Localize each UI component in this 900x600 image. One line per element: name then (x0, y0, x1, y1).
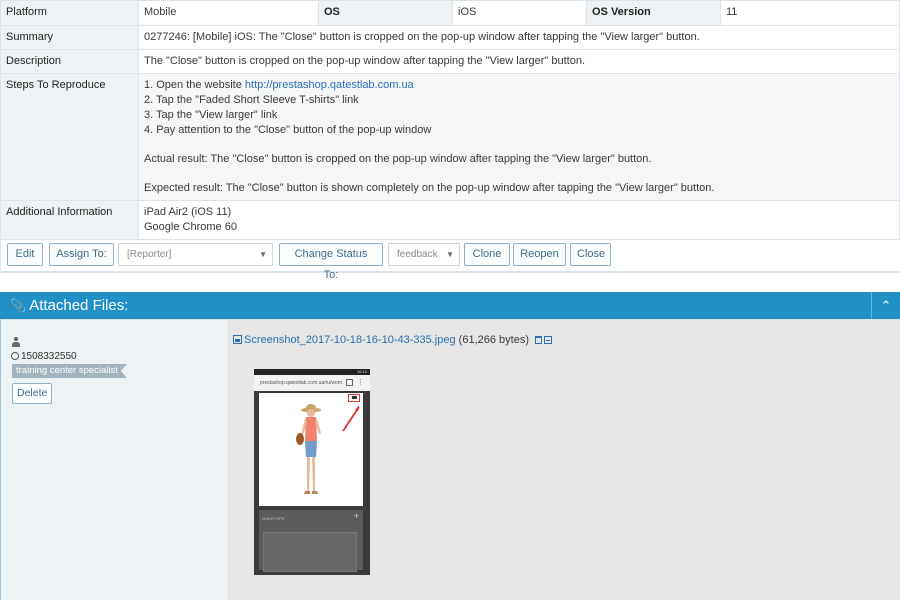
model-figure (296, 404, 360, 494)
description-label: Description (0, 49, 139, 74)
dropdown-arrow-icon: ▼ (446, 250, 454, 259)
thumb-url: prestashop.qatestlab.com.ua/ru/wom (260, 380, 342, 386)
edit-button[interactable]: Edit (7, 243, 43, 266)
summary-label: Summary (0, 25, 139, 50)
clone-button[interactable]: Clone (464, 243, 510, 266)
step-4: 4. Pay attention to the "Close" button o… (144, 124, 432, 136)
thumb-card (263, 532, 357, 572)
steps-label: Steps To Reproduce (0, 73, 139, 201)
close-button[interactable]: Close (570, 243, 611, 266)
thumb-url-bar: prestashop.qatestlab.com.ua/ru/wom ⋮ (254, 375, 370, 391)
additional-info-label: Additional Information (0, 200, 139, 240)
step-3: 3. Tap the "View larger" link (144, 109, 278, 121)
attachment-thumbnail[interactable]: 16:10 prestashop.qatestlab.com.ua/ru/wom… (254, 369, 370, 575)
summary-value: 0277246: [Mobile] iOS: The "Close" butto… (138, 25, 900, 50)
attached-files-header: 📎 Attached Files: ⌃ (0, 292, 900, 319)
role-badge: training center specialist (12, 364, 127, 378)
attachment-body: 1508332550 training center specialist De… (0, 319, 900, 600)
change-status-button[interactable]: Change Status To: (279, 243, 383, 281)
steps-value: 1. Open the website http://prestashop.qa… (138, 73, 900, 201)
platform-value: Mobile (138, 0, 319, 26)
additional-info-value: iPad Air2 (iOS 11) Google Chrome 60 (138, 200, 900, 240)
website-link[interactable]: http://prestashop.qatestlab.com.ua (245, 79, 414, 91)
os-value: iOS (452, 0, 587, 26)
clock-icon (11, 352, 19, 360)
os-version-label: OS Version (586, 0, 721, 26)
tabs-icon (346, 379, 353, 386)
delete-button[interactable]: Delete (12, 383, 53, 404)
file-name-link[interactable]: Screenshot_2017-10-18-16-10-43-335.jpeg (244, 334, 456, 346)
description-row: Description The "Close" button is croppe… (0, 49, 900, 74)
steps-row: Steps To Reproduce 1. Open the website h… (0, 73, 900, 201)
thumb-background: MAKEPOPE + (259, 510, 363, 572)
chevron-up-icon[interactable]: ⌃ (871, 292, 900, 319)
status-select[interactable]: feedback ▼ (388, 243, 460, 266)
summary-row: Summary 0277246: [Mobile] iOS: The "Clos… (0, 25, 900, 50)
user-icon (12, 337, 20, 347)
attached-files-title: Attached Files: (29, 297, 129, 314)
actual-result: Actual result: The "Close" button is cro… (144, 153, 652, 165)
action-bar: Edit Assign To: [Reporter] ▼ Change Stat… (0, 238, 900, 281)
file-size: (61,266 bytes) (458, 334, 529, 346)
trash-icon[interactable] (535, 336, 543, 344)
image-icon (233, 335, 242, 344)
expected-result: Expected result: The "Close" button is s… (144, 182, 715, 194)
thumb-section-label: MAKEPOPE (262, 516, 285, 521)
user-id: 1508332550 (21, 351, 77, 362)
attachment-meta: 1508332550 training center specialist De… (1, 319, 229, 600)
os-version-value: 11 (720, 0, 900, 26)
thumb-popup: Faded Short Sleeve T-shirts (259, 393, 363, 534)
description-value: The "Close" button is cropped on the pop… (138, 49, 900, 74)
dropdown-arrow-icon: ▼ (259, 250, 267, 259)
attachment-content: Screenshot_2017-10-18-16-10-43-335.jpeg … (229, 319, 900, 600)
issue-details-table: Platform Mobile OS iOS OS Version 11 Sum… (0, 0, 900, 240)
additional-line-2: Google Chrome 60 (144, 221, 237, 233)
additional-line-1: iPad Air2 (iOS 11) (144, 206, 232, 218)
status-select-value: feedback (397, 249, 438, 260)
attachment-timestamp: 1508332550 (11, 351, 77, 362)
file-line: Screenshot_2017-10-18-16-10-43-335.jpeg … (233, 334, 553, 346)
assign-to-select-value: [Reporter] (127, 249, 172, 260)
platform-row: Platform Mobile OS iOS OS Version 11 (0, 0, 900, 26)
assign-to-select[interactable]: [Reporter] ▼ (118, 243, 273, 266)
platform-label: Platform (0, 0, 139, 26)
reopen-button[interactable]: Reopen (513, 243, 566, 266)
os-label: OS (318, 0, 453, 26)
step-2: 2. Tap the "Faded Short Sleeve T-shirts"… (144, 94, 359, 106)
assign-to-button[interactable]: Assign To: (49, 243, 114, 266)
paperclip-icon: 📎 (10, 298, 27, 313)
plus-icon: + (353, 511, 359, 521)
collapse-minus-icon[interactable] (544, 336, 553, 344)
additional-info-row: Additional Information iPad Air2 (iOS 11… (0, 200, 900, 240)
menu-dots-icon: ⋮ (357, 379, 364, 386)
step-1: 1. Open the website http://prestashop.qa… (144, 79, 414, 91)
